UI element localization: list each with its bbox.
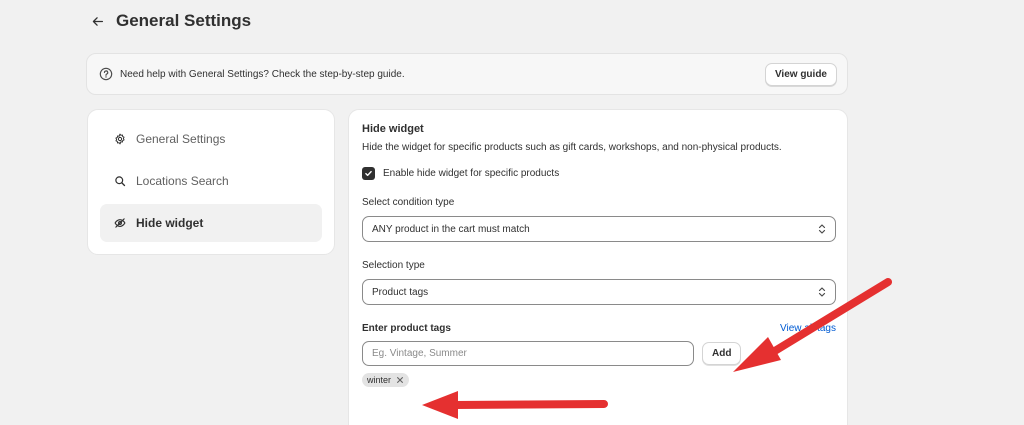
add-tag-button[interactable]: Add	[702, 342, 742, 365]
sidebar-item-label: Locations Search	[136, 174, 229, 188]
product-tags-label-row: Enter product tags View all tags	[362, 323, 836, 334]
sidebar-item-general-settings[interactable]: General Settings	[100, 120, 322, 158]
view-guide-button[interactable]: View guide	[764, 62, 837, 86]
select-chevron-icon	[817, 223, 827, 235]
checkmark-icon	[365, 170, 372, 177]
page-title: General Settings	[116, 11, 252, 30]
product-tags-label: Enter product tags	[362, 323, 451, 334]
card-description: Hide the widget for specific products su…	[362, 142, 782, 153]
arrow-left-icon	[92, 16, 103, 26]
search-icon	[114, 175, 126, 187]
product-tags-input[interactable]	[362, 341, 694, 366]
condition-type-value: ANY product in the cart must match	[372, 223, 530, 235]
tag-chip: winter	[362, 373, 410, 387]
hide-widget-card: Hide widget Hide the widget for specific…	[348, 109, 848, 425]
app-page: General Settings Need help with General …	[0, 0, 1024, 425]
view-all-tags-link[interactable]: View all tags	[780, 323, 836, 334]
sidebar-item-label: Hide widget	[136, 216, 204, 230]
help-banner-text: Need help with General Settings? Check t…	[120, 68, 405, 80]
selection-type-select[interactable]: Product tags	[362, 279, 836, 305]
remove-tag-icon[interactable]	[396, 376, 404, 384]
back-button[interactable]	[88, 10, 106, 32]
help-banner: Need help with General Settings? Check t…	[86, 53, 848, 95]
page-header: General Settings	[88, 10, 251, 32]
settings-sidebar: General Settings Locations Search Hide w…	[87, 109, 335, 255]
gear-icon	[114, 133, 126, 145]
tag-chip-label: winter	[367, 375, 392, 385]
select-chevron-icon	[817, 286, 827, 298]
eye-off-icon	[114, 217, 126, 229]
tag-input-row: Add	[362, 341, 834, 366]
sidebar-item-hide-widget[interactable]: Hide widget	[100, 204, 322, 242]
selection-type-label: Selection type	[362, 260, 425, 271]
selection-type-value: Product tags	[372, 286, 429, 298]
enable-hide-widget-row: Enable hide widget for specific products	[362, 167, 834, 180]
card-title: Hide widget	[362, 123, 424, 135]
help-circle-icon	[99, 67, 113, 81]
enable-hide-widget-checkbox[interactable]	[362, 167, 375, 180]
sidebar-item-locations-search[interactable]: Locations Search	[100, 162, 322, 200]
condition-type-select[interactable]: ANY product in the cart must match	[362, 216, 836, 242]
enable-hide-widget-label: Enable hide widget for specific products	[383, 168, 560, 179]
condition-type-label: Select condition type	[362, 197, 455, 208]
sidebar-item-label: General Settings	[136, 132, 226, 146]
